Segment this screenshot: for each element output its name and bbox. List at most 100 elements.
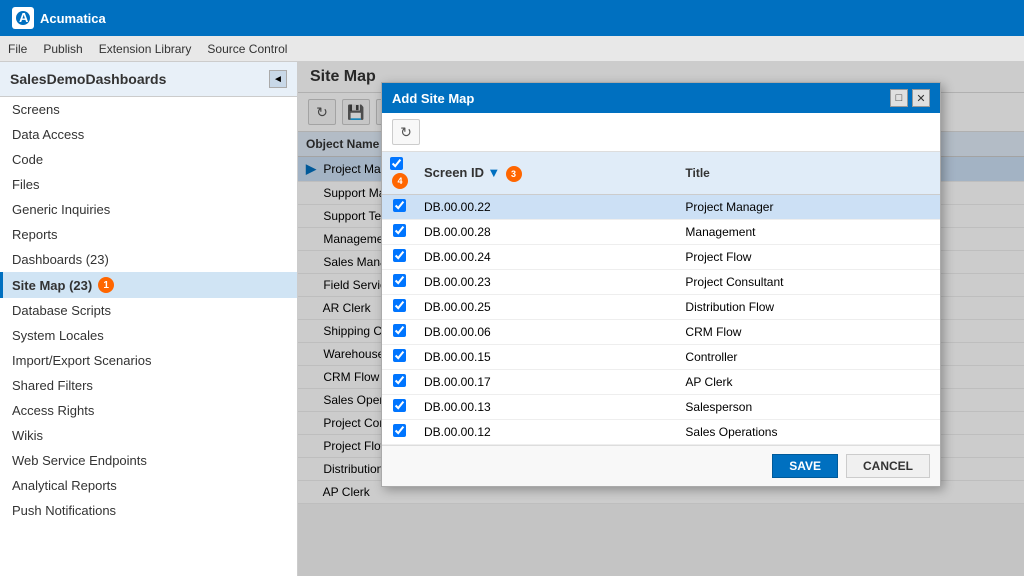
row-screen-id: DB.00.00.22 <box>416 195 677 220</box>
row-screen-id: DB.00.00.28 <box>416 220 677 245</box>
row-checkbox[interactable] <box>393 399 406 412</box>
sidebar-item-import-export[interactable]: Import/Export Scenarios <box>0 348 297 373</box>
modal-cancel-button[interactable]: CANCEL <box>846 454 930 478</box>
modal-table-row[interactable]: DB.00.00.23 Project Consultant <box>382 270 940 295</box>
modal-table-area: 4 Screen ID ▼ 3 Title <box>382 152 940 445</box>
screen-id-badge: 3 <box>506 166 522 182</box>
filter-icon[interactable]: ▼ <box>487 165 500 180</box>
row-screen-id: DB.00.00.23 <box>416 270 677 295</box>
row-screen-id: DB.00.00.17 <box>416 370 677 395</box>
row-title: Distribution Flow <box>677 295 940 320</box>
menu-bar: File Publish Extension Library Source Co… <box>0 36 1024 62</box>
modal-table-row[interactable]: DB.00.00.13 Salesperson <box>382 395 940 420</box>
modal-footer: SAVE CANCEL <box>382 445 940 486</box>
row-checkbox-cell <box>382 220 416 245</box>
modal-close-button[interactable]: ✕ <box>912 89 930 107</box>
checkbox-header-badge: 4 <box>392 173 408 189</box>
row-checkbox-cell <box>382 270 416 295</box>
sidebar-item-push-notifications[interactable]: Push Notifications <box>0 498 297 523</box>
row-checkbox[interactable] <box>393 374 406 387</box>
row-checkbox[interactable] <box>393 274 406 287</box>
app-name: Acumatica <box>40 11 106 26</box>
modal-table-row[interactable]: DB.00.00.24 Project Flow <box>382 245 940 270</box>
add-site-map-modal: Add Site Map □ ✕ ↻ <box>381 82 941 487</box>
modal-title: Add Site Map <box>392 91 474 106</box>
modal-refresh-button[interactable]: ↻ <box>392 119 420 145</box>
modal-table-row[interactable]: DB.00.00.17 AP Clerk <box>382 370 940 395</box>
modal-table-row[interactable]: DB.00.00.22 Project Manager <box>382 195 940 220</box>
row-checkbox[interactable] <box>393 199 406 212</box>
col-checkbox-header: 4 <box>382 152 416 195</box>
sidebar-item-reports[interactable]: Reports <box>0 222 297 247</box>
row-title: Project Consultant <box>677 270 940 295</box>
app-logo: A Acumatica <box>12 7 106 29</box>
menu-source-control[interactable]: Source Control <box>207 42 287 56</box>
row-title: Salesperson <box>677 395 940 420</box>
sidebar-header: SalesDemoDashboards ◄ <box>0 62 297 97</box>
col-title: Title <box>677 152 940 195</box>
row-checkbox-cell <box>382 320 416 345</box>
row-checkbox-cell <box>382 395 416 420</box>
row-screen-id: DB.00.00.13 <box>416 395 677 420</box>
row-checkbox[interactable] <box>393 324 406 337</box>
row-checkbox[interactable] <box>393 424 406 437</box>
sidebar-nav: Screens Data Access Code Files Generic I… <box>0 97 297 576</box>
menu-file[interactable]: File <box>8 42 27 56</box>
modal-table-row[interactable]: DB.00.00.28 Management <box>382 220 940 245</box>
sidebar-toggle[interactable]: ◄ <box>269 70 287 88</box>
row-title: AP Clerk <box>677 370 940 395</box>
row-screen-id: DB.00.00.12 <box>416 420 677 445</box>
row-screen-id: DB.00.00.24 <box>416 245 677 270</box>
menu-extension-library[interactable]: Extension Library <box>99 42 192 56</box>
main-layout: SalesDemoDashboards ◄ Screens Data Acces… <box>0 62 1024 576</box>
modal-overlay: Add Site Map □ ✕ ↻ <box>298 62 1024 576</box>
row-title: Sales Operations <box>677 420 940 445</box>
sidebar-item-system-locales[interactable]: System Locales <box>0 323 297 348</box>
site-map-badge: 1 <box>98 277 114 293</box>
content-area: Site Map ↻ 💾 ↩ ✕ + 2 RELOAD FROM DATABAS… <box>298 62 1024 576</box>
row-checkbox[interactable] <box>393 224 406 237</box>
col-screen-id: Screen ID ▼ 3 <box>416 152 677 195</box>
sidebar: SalesDemoDashboards ◄ Screens Data Acces… <box>0 62 298 576</box>
sidebar-item-dashboards[interactable]: Dashboards (23) <box>0 247 297 272</box>
sidebar-item-analytical-reports[interactable]: Analytical Reports <box>0 473 297 498</box>
row-checkbox[interactable] <box>393 249 406 262</box>
sidebar-item-database-scripts[interactable]: Database Scripts <box>0 298 297 323</box>
modal-table-row[interactable]: DB.00.00.25 Distribution Flow <box>382 295 940 320</box>
modal-maximize-button[interactable]: □ <box>890 89 908 107</box>
modal-table-row[interactable]: DB.00.00.15 Controller <box>382 345 940 370</box>
modal-save-button[interactable]: SAVE <box>772 454 838 478</box>
row-title: Project Manager <box>677 195 940 220</box>
sidebar-item-files[interactable]: Files <box>0 172 297 197</box>
row-title: Project Flow <box>677 245 940 270</box>
select-all-checkbox[interactable] <box>390 157 403 170</box>
sidebar-item-screens[interactable]: Screens <box>0 97 297 122</box>
sidebar-item-wikis[interactable]: Wikis <box>0 423 297 448</box>
logo-icon: A <box>12 7 34 29</box>
sidebar-item-generic-inquiries[interactable]: Generic Inquiries <box>0 197 297 222</box>
sidebar-item-web-service-endpoints[interactable]: Web Service Endpoints <box>0 448 297 473</box>
modal-toolbar: ↻ <box>382 113 940 152</box>
row-title: Controller <box>677 345 940 370</box>
sidebar-item-code[interactable]: Code <box>0 147 297 172</box>
row-screen-id: DB.00.00.25 <box>416 295 677 320</box>
sidebar-title: SalesDemoDashboards <box>10 71 166 87</box>
sidebar-item-data-access[interactable]: Data Access <box>0 122 297 147</box>
row-checkbox-cell <box>382 370 416 395</box>
row-checkbox-cell <box>382 295 416 320</box>
menu-publish[interactable]: Publish <box>43 42 82 56</box>
row-screen-id: DB.00.00.15 <box>416 345 677 370</box>
row-checkbox[interactable] <box>393 299 406 312</box>
modal-controls: □ ✕ <box>890 89 930 107</box>
modal-data-table: 4 Screen ID ▼ 3 Title <box>382 152 940 445</box>
row-screen-id: DB.00.00.06 <box>416 320 677 345</box>
row-checkbox-cell <box>382 420 416 445</box>
sidebar-item-shared-filters[interactable]: Shared Filters <box>0 373 297 398</box>
modal-table-row[interactable]: DB.00.00.12 Sales Operations <box>382 420 940 445</box>
sidebar-item-site-map[interactable]: Site Map (23) 1 <box>0 272 297 298</box>
sidebar-item-access-rights[interactable]: Access Rights <box>0 398 297 423</box>
modal-title-bar: Add Site Map □ ✕ <box>382 83 940 113</box>
top-bar: A Acumatica <box>0 0 1024 36</box>
row-checkbox[interactable] <box>393 349 406 362</box>
modal-table-row[interactable]: DB.00.00.06 CRM Flow <box>382 320 940 345</box>
